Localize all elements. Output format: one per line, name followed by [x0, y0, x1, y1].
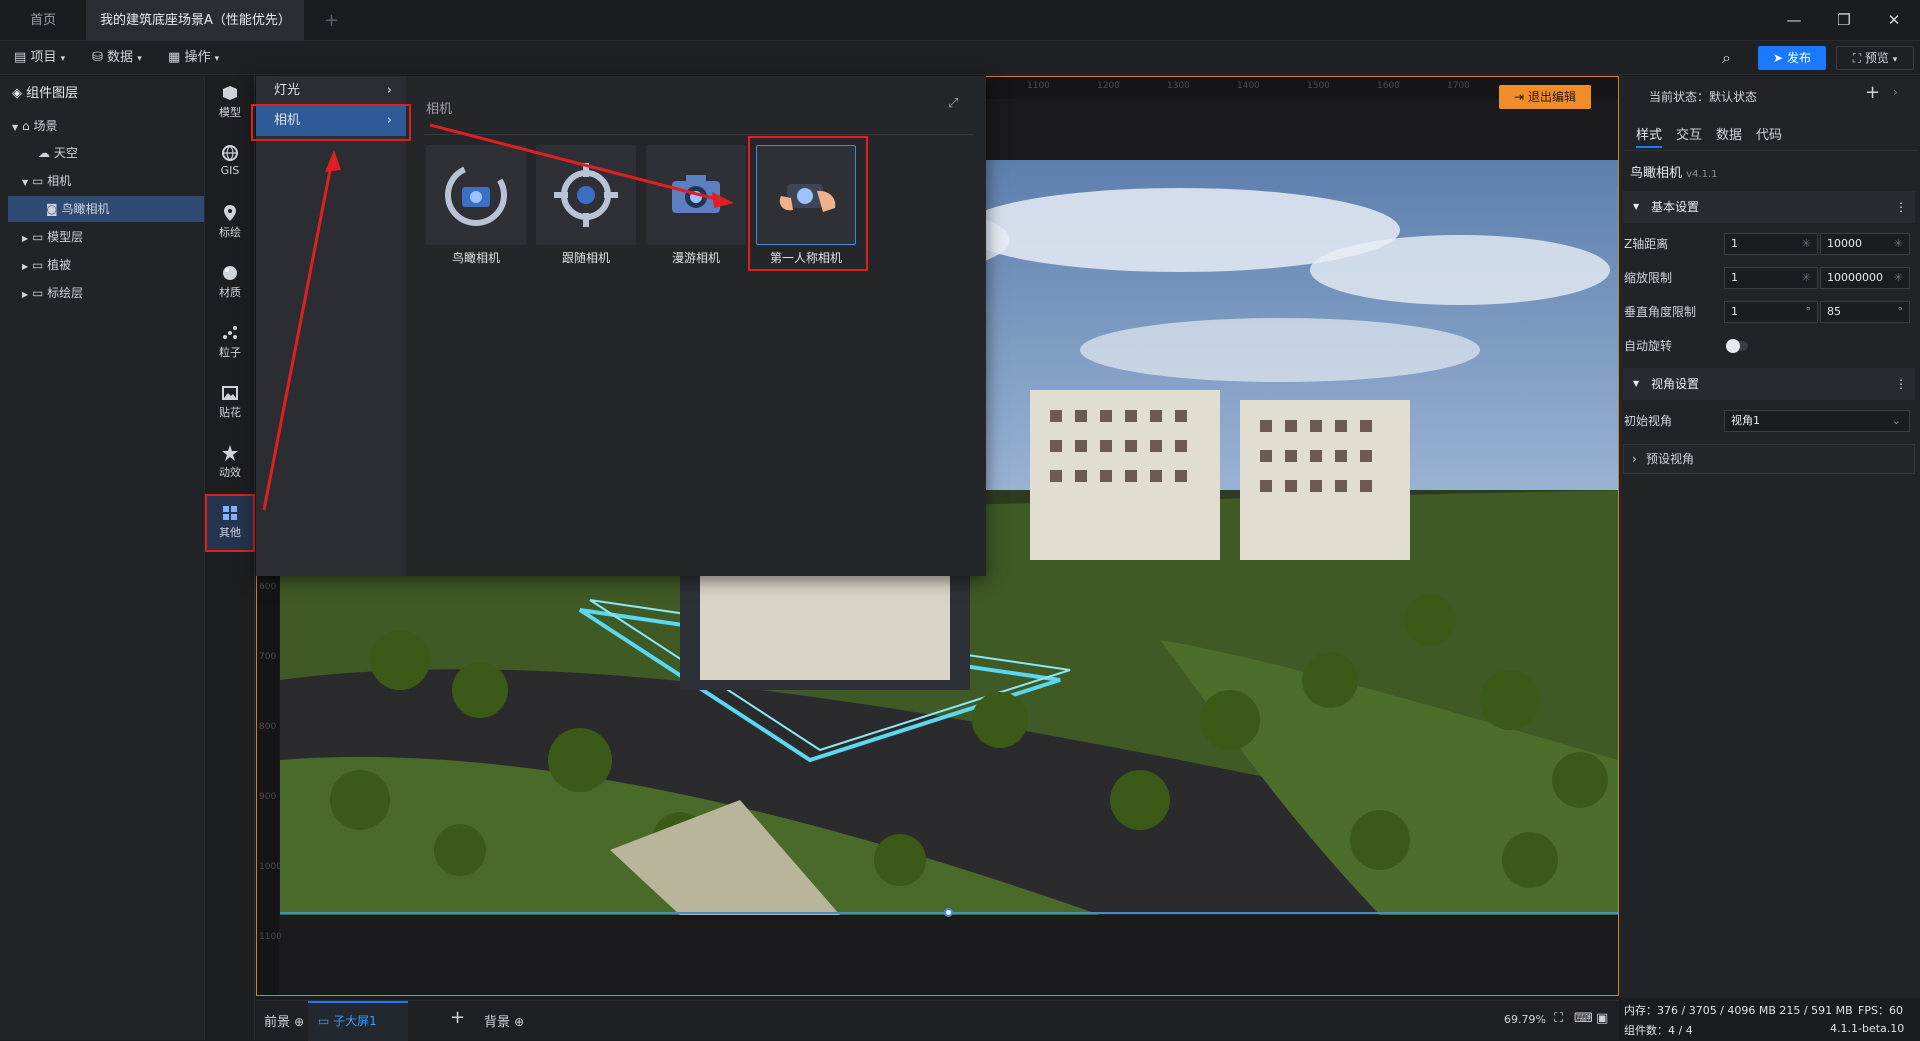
caret-down-icon: ▼ [1633, 379, 1640, 388]
layer-tabs-bar: 前景 ⊕ ▭ 子大屏1 + 背景 ⊕ 69.79% ⛶ ⌨ ▣ [256, 1000, 1619, 1041]
fit-screen-icon[interactable]: ⛶ [1554, 1011, 1563, 1026]
zoom-limit-max-input[interactable]: 10000000 ✳ [1820, 267, 1910, 289]
tab-divider [1624, 150, 1918, 151]
input-value: 1 [1731, 305, 1738, 318]
preset-view-label: 预设视角 [1646, 452, 1695, 466]
degree-unit: ° [1897, 305, 1904, 318]
component-name: 鸟瞰相机 v4.1.1 [1630, 162, 1718, 181]
field-auto-rotate-label: 自动旋转 [1624, 339, 1673, 353]
tab-data[interactable]: 数据 [1716, 124, 1742, 148]
more-vertical-icon[interactable]: ⋮ [1895, 368, 1907, 400]
add-screen-button[interactable]: + [450, 1007, 465, 1028]
select-value: 视角1 [1731, 414, 1760, 427]
status-bar: 内存：376 / 3705 / 4096 MB 215 / 591 MB FPS… [1620, 998, 1920, 1040]
subscreen-tab[interactable]: ▭ 子大屏1 [308, 1001, 408, 1041]
chevron-right-icon[interactable]: › [1893, 85, 1898, 99]
input-value: 1 [1731, 237, 1738, 250]
section-view[interactable]: ▼ 视角设置 ⋮ [1623, 368, 1915, 400]
vertical-angle-min-input[interactable]: 1 ° [1724, 301, 1818, 323]
z-distance-max-input[interactable]: 10000 ✳ [1820, 233, 1910, 255]
background-label: 背景 [484, 1015, 511, 1030]
add-circle-icon[interactable]: ⊕ [514, 1015, 524, 1029]
preset-view-row[interactable]: › 预设视角 [1623, 444, 1915, 474]
add-state-button[interactable]: + [1865, 82, 1880, 103]
initial-view-select[interactable]: 视角1 ⌄ [1724, 410, 1910, 432]
more-vertical-icon[interactable]: ⋮ [1895, 191, 1907, 223]
app-version: 4.1.1-beta.10 [1830, 1022, 1905, 1035]
toggle-knob [1726, 339, 1740, 353]
vertical-angle-max-input[interactable]: 85 ° [1820, 301, 1910, 323]
field-vertical-angle-label: 垂直角度限制 [1624, 305, 1697, 319]
component-name-label: 鸟瞰相机 [1630, 166, 1683, 181]
input-value: 10000000 [1827, 271, 1883, 284]
asterisk-icon: ✳ [1801, 237, 1811, 250]
input-value: 10000 [1827, 237, 1862, 250]
field-zoom-limit-label: 缩放限制 [1624, 271, 1673, 285]
z-distance-min-input[interactable]: 1 ✳ [1724, 233, 1818, 255]
field-z-distance-label: Z轴距离 [1624, 237, 1669, 251]
zoom-level[interactable]: 69.79% [1504, 1013, 1546, 1026]
tab-interaction[interactable]: 交互 [1676, 124, 1702, 148]
keyboard-icon[interactable]: ⌨ [1574, 1011, 1593, 1026]
input-value: 85 [1827, 305, 1841, 318]
foreground-tab[interactable]: 前景 ⊕ [264, 1011, 304, 1030]
asterisk-icon: ✳ [1893, 271, 1903, 284]
asterisk-icon: ✳ [1801, 271, 1811, 284]
degree-unit: ° [1805, 305, 1812, 318]
component-count: 组件数：4 / 4 [1624, 1024, 1693, 1037]
tab-code[interactable]: 代码 [1756, 124, 1782, 148]
current-state: 当前状态：默认状态 [1649, 90, 1758, 104]
chevron-right-icon: › [1632, 452, 1637, 466]
terminal-icon[interactable]: ▣ [1596, 1011, 1608, 1026]
section-basic[interactable]: ▼ 基本设置 ⋮ [1623, 191, 1915, 223]
asterisk-icon: ✳ [1893, 237, 1903, 250]
section-basic-label: 基本设置 [1651, 200, 1700, 214]
field-initial-view-label: 初始视角 [1624, 414, 1673, 428]
component-version: v4.1.1 [1686, 169, 1718, 180]
memory-status: 内存：376 / 3705 / 4096 MB 215 / 591 MB [1624, 1004, 1853, 1017]
add-circle-icon[interactable]: ⊕ [294, 1015, 304, 1029]
auto-rotate-toggle[interactable] [1726, 339, 1748, 353]
subscreen-label: 子大屏1 [333, 1014, 377, 1028]
background-tab[interactable]: 背景 ⊕ [484, 1011, 524, 1030]
zoom-limit-min-input[interactable]: 1 ✳ [1724, 267, 1818, 289]
input-value: 1 [1731, 271, 1738, 284]
caret-down-icon: ▼ [1633, 202, 1640, 211]
fps-status: FPS：60 [1858, 1004, 1903, 1017]
foreground-label: 前景 [264, 1015, 291, 1030]
section-view-label: 视角设置 [1651, 377, 1700, 391]
monitor-icon: ▭ [318, 1014, 330, 1028]
chevron-down-icon: ⌄ [1891, 414, 1901, 427]
tab-style[interactable]: 样式 [1636, 124, 1663, 148]
